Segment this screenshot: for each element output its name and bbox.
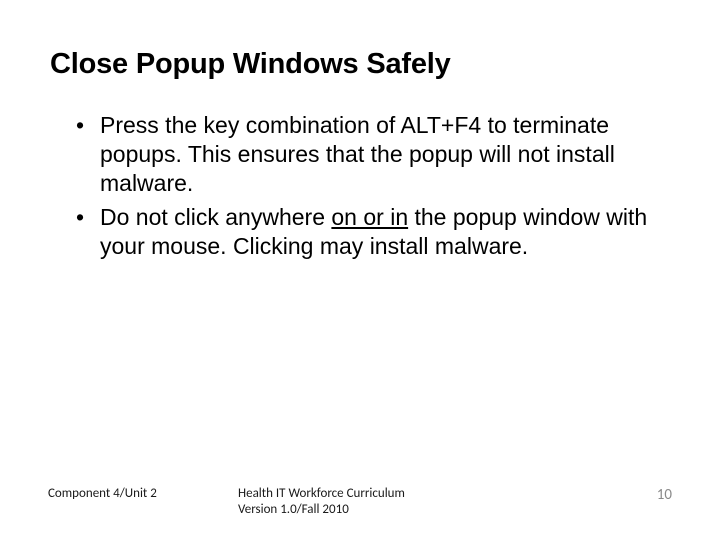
list-item: Do not click anywhere on or in the popup… [76, 203, 670, 261]
footer-center: Health IT Workforce Curriculum Version 1… [238, 486, 622, 519]
footer-left: Component 4/Unit 2 [48, 486, 238, 501]
slide: Close Popup Windows Safely Press the key… [0, 0, 720, 540]
bullet-list: Press the key combination of ALT+F4 to t… [50, 111, 670, 261]
bullet-underline: on or in [331, 204, 408, 230]
page-number: 10 [622, 486, 672, 504]
bullet-text: Press the key combination of ALT+F4 to t… [100, 112, 615, 196]
list-item: Press the key combination of ALT+F4 to t… [76, 111, 670, 197]
footer: Component 4/Unit 2 Health IT Workforce C… [48, 486, 672, 519]
bullet-text: Do not click anywhere [100, 204, 331, 230]
slide-title: Close Popup Windows Safely [50, 48, 670, 81]
footer-center-line1: Health IT Workforce Curriculum [238, 486, 622, 502]
footer-center-line2: Version 1.0/Fall 2010 [238, 502, 622, 518]
